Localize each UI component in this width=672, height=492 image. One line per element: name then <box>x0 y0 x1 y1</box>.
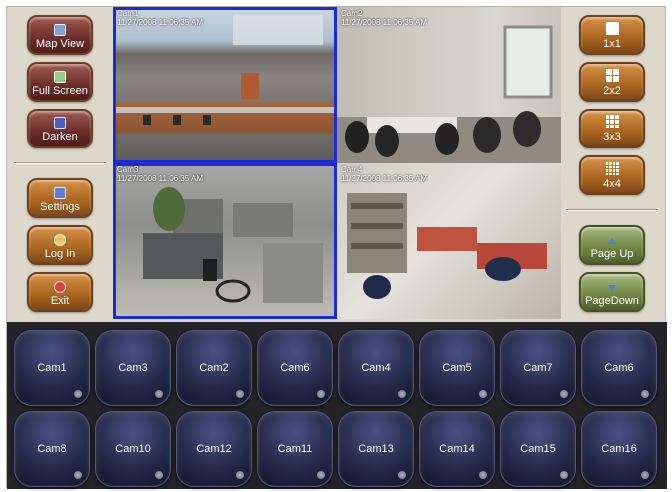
cam2-osd: Cam2 11/27/2008 11:06:35 AM <box>341 9 427 27</box>
map-view-label: Map View <box>35 37 85 50</box>
darken-icon <box>54 117 66 130</box>
camera-tile-label: Cam15 <box>520 443 556 455</box>
camera-tile-cam14[interactable]: Cam14 <box>419 411 495 487</box>
camera-tile-label: Cam6 <box>604 362 634 374</box>
camera-tile-cam11[interactable]: Cam11 <box>257 411 333 487</box>
layout-3x3-button[interactable]: 3x3 <box>579 108 645 149</box>
camera-grid-2x2: Cam1 11/27/2008 11:06:35 AM Cam2 11/27/2… <box>113 7 561 319</box>
camera-selector-panel: Cam1 Cam3 Cam2 Cam6 Cam4 Cam5 Cam7 Cam6 … <box>7 319 667 489</box>
layout-4x4-button[interactable]: 4x4 <box>579 155 645 196</box>
layout-1x1-button[interactable]: 1x1 <box>579 15 645 55</box>
log-in-button[interactable]: Log In <box>27 225 93 266</box>
exit-label: Exit <box>50 294 70 307</box>
darken-label: Darken <box>42 131 78 144</box>
cam3-timestamp: 11/27/2008 11:06:35 AM <box>117 174 203 183</box>
page-down-button[interactable]: PageDown <box>579 272 645 312</box>
camera-tile-cam15[interactable]: Cam15 <box>500 411 576 487</box>
arrow-up-icon <box>608 238 616 245</box>
cam1-name: Cam1 <box>117 9 139 18</box>
camera-tile-label: Cam7 <box>523 362 553 374</box>
camera-tile-label: Cam12 <box>196 443 232 455</box>
exit-button[interactable]: Exit <box>27 272 93 312</box>
camera-view-cam3[interactable]: Cam3 11/27/2008 11:06:35 AM <box>113 163 337 319</box>
camera-tile-label: Cam10 <box>115 443 151 455</box>
cam2-scene <box>337 25 561 163</box>
camera-tile-cam8[interactable]: Cam8 <box>14 411 90 487</box>
cam3-name: Cam3 <box>117 165 139 174</box>
camera-tile-cam12[interactable]: Cam12 <box>176 411 252 487</box>
camera-tile-cam3[interactable]: Cam3 <box>95 330 171 406</box>
camera-tile-label: Cam14 <box>439 443 475 455</box>
camera-view-cam4[interactable]: Cam4 11/27/2008 11:06:35 AM <box>337 163 561 319</box>
right-separator <box>566 209 658 212</box>
layout-4x4-icon <box>605 162 619 176</box>
camera-tile-label: Cam6 <box>280 362 310 374</box>
layout-1x1-icon <box>605 21 619 35</box>
camera-view-cam1[interactable]: Cam1 11/27/2008 11:06:35 AM <box>113 7 337 163</box>
camera-tile-label: Cam5 <box>442 362 472 374</box>
cam4-name: Cam4 <box>341 165 363 174</box>
settings-button[interactable]: Settings <box>27 178 93 219</box>
camera-tile-cam13[interactable]: Cam13 <box>338 411 414 487</box>
cam3-scene <box>143 187 323 303</box>
darken-button[interactable]: Darken <box>27 108 93 149</box>
camera-tile-label: Cam1 <box>37 362 67 374</box>
camera-tile-cam6[interactable]: Cam6 <box>257 330 333 406</box>
camera-tile-cam1[interactable]: Cam1 <box>14 330 90 406</box>
page-up-label: Page Up <box>590 248 634 261</box>
log-in-label: Log In <box>44 248 76 261</box>
key-icon <box>54 234 66 247</box>
layout-3x3-icon <box>605 115 619 129</box>
camera-tile-label: Cam13 <box>358 443 394 455</box>
arrow-down-icon <box>608 284 616 291</box>
camera-tile-cam4[interactable]: Cam4 <box>338 330 414 406</box>
full-screen-label: Full Screen <box>32 84 88 97</box>
map-icon <box>54 23 66 36</box>
right-control-panel: 1x1 2x2 3x3 4x4 Page Up PageDown <box>559 7 665 319</box>
camera-tile-label: Cam8 <box>37 443 67 455</box>
cam4-osd: Cam4 11/27/2008 11:06:35 AM <box>341 165 427 183</box>
left-separator <box>14 162 106 165</box>
camera-tile-cam7[interactable]: Cam7 <box>500 330 576 406</box>
camera-tile-label: Cam4 <box>361 362 391 374</box>
camera-tile-label: Cam2 <box>199 362 229 374</box>
cam1-scene <box>113 15 337 125</box>
cam3-osd: Cam3 11/27/2008 11:06:35 AM <box>117 165 203 183</box>
full-screen-button[interactable]: Full Screen <box>27 61 93 102</box>
camera-tile-cam5[interactable]: Cam5 <box>419 330 495 406</box>
camera-tile-label: Cam16 <box>601 443 637 455</box>
camera-view-cam2[interactable]: Cam2 11/27/2008 11:06:35 AM <box>337 7 561 163</box>
layout-2x2-button[interactable]: 2x2 <box>579 61 645 102</box>
cam4-timestamp: 11/27/2008 11:06:35 AM <box>341 174 427 183</box>
page-down-label: PageDown <box>585 294 639 307</box>
camera-tile-cam6b[interactable]: Cam6 <box>581 330 657 406</box>
layout-1x1-label: 1x1 <box>603 37 621 50</box>
page-up-button[interactable]: Page Up <box>579 225 645 266</box>
map-view-button[interactable]: Map View <box>27 15 93 55</box>
camera-tile-cam16[interactable]: Cam16 <box>581 411 657 487</box>
full-screen-icon <box>54 70 66 83</box>
camera-tile-label: Cam11 <box>277 443 313 455</box>
cam2-name: Cam2 <box>341 9 363 18</box>
camera-tile-label: Cam3 <box>118 362 148 374</box>
camera-tile-cam2[interactable]: Cam2 <box>176 330 252 406</box>
cam1-timestamp: 11/27/2008 11:06:35 AM <box>117 18 203 27</box>
settings-icon <box>54 187 66 200</box>
cam1-osd: Cam1 11/27/2008 11:06:35 AM <box>117 9 203 27</box>
cam4-scene <box>347 193 547 299</box>
exit-icon <box>54 280 66 293</box>
dvr-viewer-window: Map View Full Screen Darken Settings Log… <box>6 6 667 489</box>
layout-2x2-icon <box>605 68 619 82</box>
settings-label: Settings <box>40 201 80 214</box>
cam2-timestamp: 11/27/2008 11:06:35 AM <box>341 18 427 27</box>
layout-4x4-label: 4x4 <box>603 178 621 191</box>
camera-tile-cam10[interactable]: Cam10 <box>95 411 171 487</box>
left-control-panel: Map View Full Screen Darken Settings Log… <box>7 7 113 319</box>
layout-3x3-label: 3x3 <box>603 131 621 144</box>
layout-2x2-label: 2x2 <box>603 84 621 97</box>
